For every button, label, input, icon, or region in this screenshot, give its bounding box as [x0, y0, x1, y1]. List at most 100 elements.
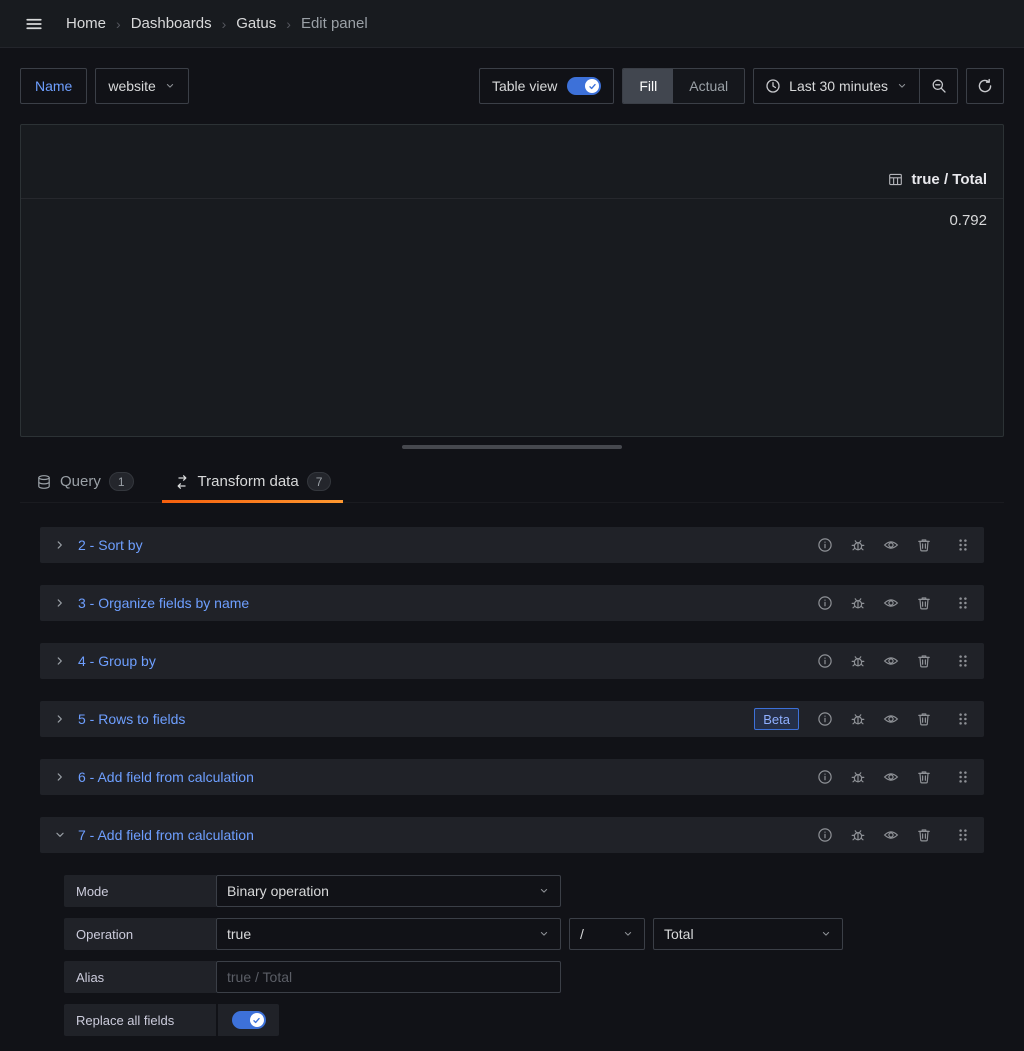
chevron-right-icon[interactable]: [48, 591, 72, 615]
breadcrumb-dashboard-name[interactable]: Gatus: [236, 15, 276, 32]
toggle-knob: [249, 1013, 264, 1027]
operator-value: /: [580, 926, 584, 942]
info-icon[interactable]: [812, 590, 838, 616]
panel-resize-handle[interactable]: [402, 445, 622, 449]
operation-left-select[interactable]: true: [216, 918, 561, 950]
debug-icon[interactable]: [845, 590, 871, 616]
mode-row: Mode Binary operation: [64, 875, 984, 907]
drag-glyph: [955, 595, 971, 611]
drag-handle-icon[interactable]: [950, 764, 976, 790]
info-icon[interactable]: [812, 706, 838, 732]
operation-right-value: Total: [664, 926, 694, 942]
row-actions: [812, 590, 976, 616]
name-button[interactable]: Name: [20, 68, 88, 104]
row-actions: Beta: [754, 706, 976, 732]
trash-icon[interactable]: [911, 532, 937, 558]
tab-transform-data[interactable]: Transform data 7: [158, 461, 348, 503]
beta-badge: Beta: [754, 708, 799, 730]
eye-icon[interactable]: [878, 590, 904, 616]
trash-icon[interactable]: [911, 764, 937, 790]
chevron-right-icon[interactable]: [48, 707, 72, 731]
operation-left-value: true: [227, 926, 252, 942]
chevron-right-icon[interactable]: [48, 533, 72, 557]
chevron-right-glyph: [53, 654, 67, 668]
breadcrumb-edit-panel: Edit panel: [300, 15, 368, 32]
tab-transform-label: Transform data: [197, 473, 299, 490]
mode-select[interactable]: Binary operation: [216, 875, 561, 907]
drag-glyph: [955, 653, 971, 669]
trash-icon[interactable]: [911, 706, 937, 732]
alias-input[interactable]: [216, 961, 561, 993]
chevron-right-glyph: [53, 770, 67, 784]
info-glyph: [817, 711, 833, 727]
info-icon[interactable]: [812, 648, 838, 674]
actual-option[interactable]: Actual: [673, 69, 744, 103]
transformations-list: 2 - Sort by 3 - Organize fields by name …: [40, 527, 984, 1036]
info-icon[interactable]: [812, 822, 838, 848]
trash-icon[interactable]: [911, 590, 937, 616]
debug-icon[interactable]: [845, 648, 871, 674]
drag-handle-icon[interactable]: [950, 590, 976, 616]
chevron-down-icon[interactable]: [48, 823, 72, 847]
row-actions: [812, 822, 976, 848]
row-actions: [812, 648, 976, 674]
drag-handle-icon[interactable]: [950, 706, 976, 732]
drag-glyph: [955, 537, 971, 553]
transform-title[interactable]: 2 - Sort by: [78, 537, 143, 553]
eye-glyph: [883, 827, 899, 843]
debug-icon[interactable]: [845, 706, 871, 732]
zoom-out-button[interactable]: [919, 69, 957, 103]
fill-option[interactable]: Fill: [623, 69, 674, 103]
tab-query[interactable]: Query 1: [20, 461, 150, 502]
transform-title[interactable]: 4 - Group by: [78, 653, 156, 669]
chevron-right-icon[interactable]: [48, 649, 72, 673]
replace-all-fields-toggle[interactable]: [231, 1011, 266, 1029]
alias-row: Alias: [64, 961, 984, 993]
eye-icon[interactable]: [878, 706, 904, 732]
operation-right-select[interactable]: Total: [653, 918, 843, 950]
operation-label: Operation: [64, 918, 216, 950]
debug-glyph: [850, 537, 866, 553]
operator-select[interactable]: /: [569, 918, 645, 950]
info-icon[interactable]: [812, 764, 838, 790]
info-icon[interactable]: [812, 532, 838, 558]
info-glyph: [817, 537, 833, 553]
drag-handle-icon[interactable]: [950, 532, 976, 558]
debug-icon[interactable]: [845, 532, 871, 558]
transform-title[interactable]: 5 - Rows to fields: [78, 711, 185, 727]
table-view-control: Table view: [478, 68, 615, 104]
edit-toolbar: Name website Table view Fill Actual Last…: [20, 68, 1004, 104]
replace-all-fields-label: Replace all fields: [64, 1004, 216, 1036]
info-glyph: [817, 595, 833, 611]
chevron-right-icon[interactable]: [48, 765, 72, 789]
eye-icon[interactable]: [878, 822, 904, 848]
eye-icon[interactable]: [878, 532, 904, 558]
table-column-header[interactable]: true / Total: [21, 171, 1003, 199]
debug-icon[interactable]: [845, 822, 871, 848]
breadcrumb-home[interactable]: Home: [66, 15, 106, 32]
debug-glyph: [850, 711, 866, 727]
debug-icon[interactable]: [845, 764, 871, 790]
time-range-picker[interactable]: Last 30 minutes: [754, 69, 919, 103]
transform-row: 6 - Add field from calculation: [40, 759, 984, 795]
clock-icon: [765, 78, 781, 94]
table-view-toggle[interactable]: [567, 77, 602, 95]
panel-name-select[interactable]: website: [95, 68, 189, 104]
transform-title[interactable]: 3 - Organize fields by name: [78, 595, 249, 611]
trash-glyph: [916, 711, 932, 727]
mode-label: Mode: [64, 875, 216, 907]
chevron-right-glyph: [53, 712, 67, 726]
transform-title[interactable]: 7 - Add field from calculation: [78, 827, 254, 843]
eye-icon[interactable]: [878, 764, 904, 790]
breadcrumb-dashboards[interactable]: Dashboards: [131, 15, 212, 32]
menu-icon[interactable]: [20, 10, 48, 38]
refresh-button[interactable]: [966, 68, 1004, 104]
trash-icon[interactable]: [911, 822, 937, 848]
database-icon: [36, 474, 52, 490]
drag-handle-icon[interactable]: [950, 648, 976, 674]
eye-icon[interactable]: [878, 648, 904, 674]
transform-title[interactable]: 6 - Add field from calculation: [78, 769, 254, 785]
eye-glyph: [883, 769, 899, 785]
trash-icon[interactable]: [911, 648, 937, 674]
drag-handle-icon[interactable]: [950, 822, 976, 848]
